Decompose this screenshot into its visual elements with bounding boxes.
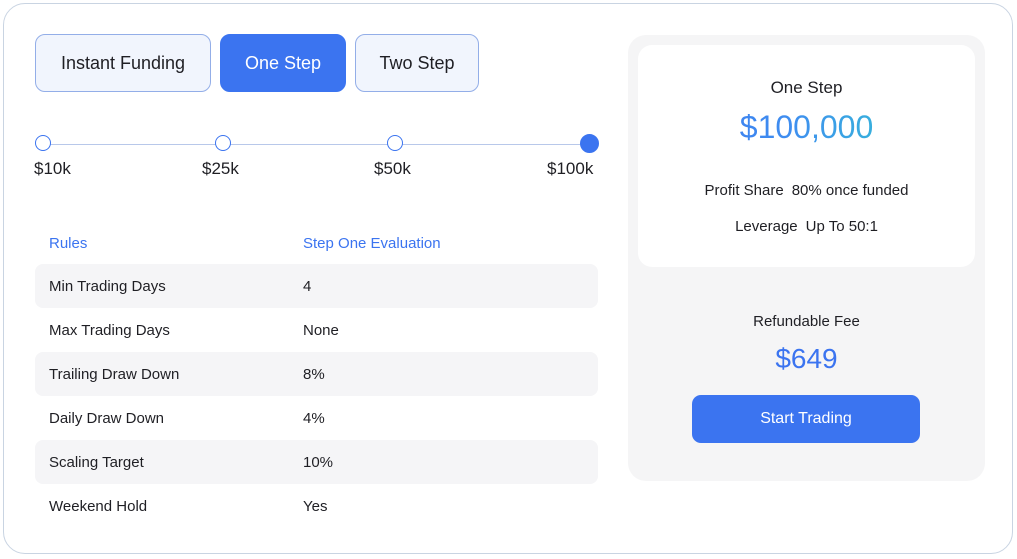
header-step-one-evaluation: Step One Evaluation bbox=[303, 234, 441, 252]
rule-value: 4 bbox=[303, 277, 312, 295]
slider-stop-25k[interactable] bbox=[215, 135, 231, 151]
slider-label-25k[interactable]: $25k bbox=[202, 159, 239, 179]
slider-stop-50k[interactable] bbox=[387, 135, 403, 151]
plan-name: One Step bbox=[770, 78, 843, 97]
profit-share-value: 80% once funded bbox=[791, 182, 909, 199]
rule-name: Weekend Hold bbox=[49, 497, 148, 515]
summary-panel: One Step $100,000 Profit Share 80% once f… bbox=[628, 35, 985, 481]
table-header: Rules Step One Evaluation bbox=[35, 222, 598, 264]
table-row: Daily Draw Down 4% bbox=[35, 396, 598, 440]
slider-track[interactable] bbox=[43, 144, 593, 145]
plan-tabs: Instant Funding One Step Two Step bbox=[35, 34, 479, 92]
account-amount: $100,000 bbox=[638, 109, 975, 146]
table-row: Scaling Target 10% bbox=[35, 440, 598, 484]
rules-table: Rules Step One Evaluation Min Trading Da… bbox=[35, 222, 598, 528]
tab-instant-funding[interactable]: Instant Funding bbox=[35, 34, 211, 92]
rule-name: Max Trading Days bbox=[49, 321, 170, 339]
table-row: Max Trading Days None bbox=[35, 308, 598, 352]
profit-share-label: Profit Share bbox=[704, 182, 784, 199]
account-size-slider[interactable] bbox=[35, 134, 599, 153]
slider-label-10k[interactable]: $10k bbox=[34, 159, 71, 179]
profit-share: Profit Share 80% once funded bbox=[638, 182, 975, 199]
rule-name: Min Trading Days bbox=[49, 277, 166, 295]
header-rules: Rules bbox=[49, 234, 88, 252]
leverage-label: Leverage bbox=[735, 218, 798, 235]
slider-label-100k[interactable]: $100k bbox=[547, 159, 593, 179]
fee-label: Refundable Fee bbox=[753, 313, 860, 330]
pricing-card: Instant Funding One Step Two Step $10k $… bbox=[3, 3, 1013, 554]
rule-value: None bbox=[303, 321, 339, 339]
rule-value: 10% bbox=[303, 453, 334, 471]
leverage: Leverage Up To 50:1 bbox=[638, 218, 975, 235]
rule-name: Scaling Target bbox=[49, 453, 144, 471]
rule-name: Trailing Draw Down bbox=[49, 365, 180, 383]
leverage-value: Up To 50:1 bbox=[805, 218, 878, 235]
plan-summary-box: One Step $100,000 Profit Share 80% once f… bbox=[638, 45, 975, 267]
table-row: Min Trading Days 4 bbox=[35, 264, 598, 308]
fee-value: $649 bbox=[775, 343, 838, 374]
rule-name: Daily Draw Down bbox=[49, 409, 165, 427]
rule-value: Yes bbox=[303, 497, 328, 515]
start-trading-button[interactable]: Start Trading bbox=[692, 395, 920, 443]
tab-two-step[interactable]: Two Step bbox=[355, 34, 479, 92]
table-row: Weekend Hold Yes bbox=[35, 484, 598, 528]
slider-stop-100k[interactable] bbox=[580, 134, 599, 153]
rule-value: 4% bbox=[303, 409, 325, 427]
tab-one-step[interactable]: One Step bbox=[220, 34, 346, 92]
slider-stop-10k[interactable] bbox=[35, 135, 51, 151]
slider-label-50k[interactable]: $50k bbox=[374, 159, 411, 179]
rule-value: 8% bbox=[303, 365, 325, 383]
table-row: Trailing Draw Down 8% bbox=[35, 352, 598, 396]
